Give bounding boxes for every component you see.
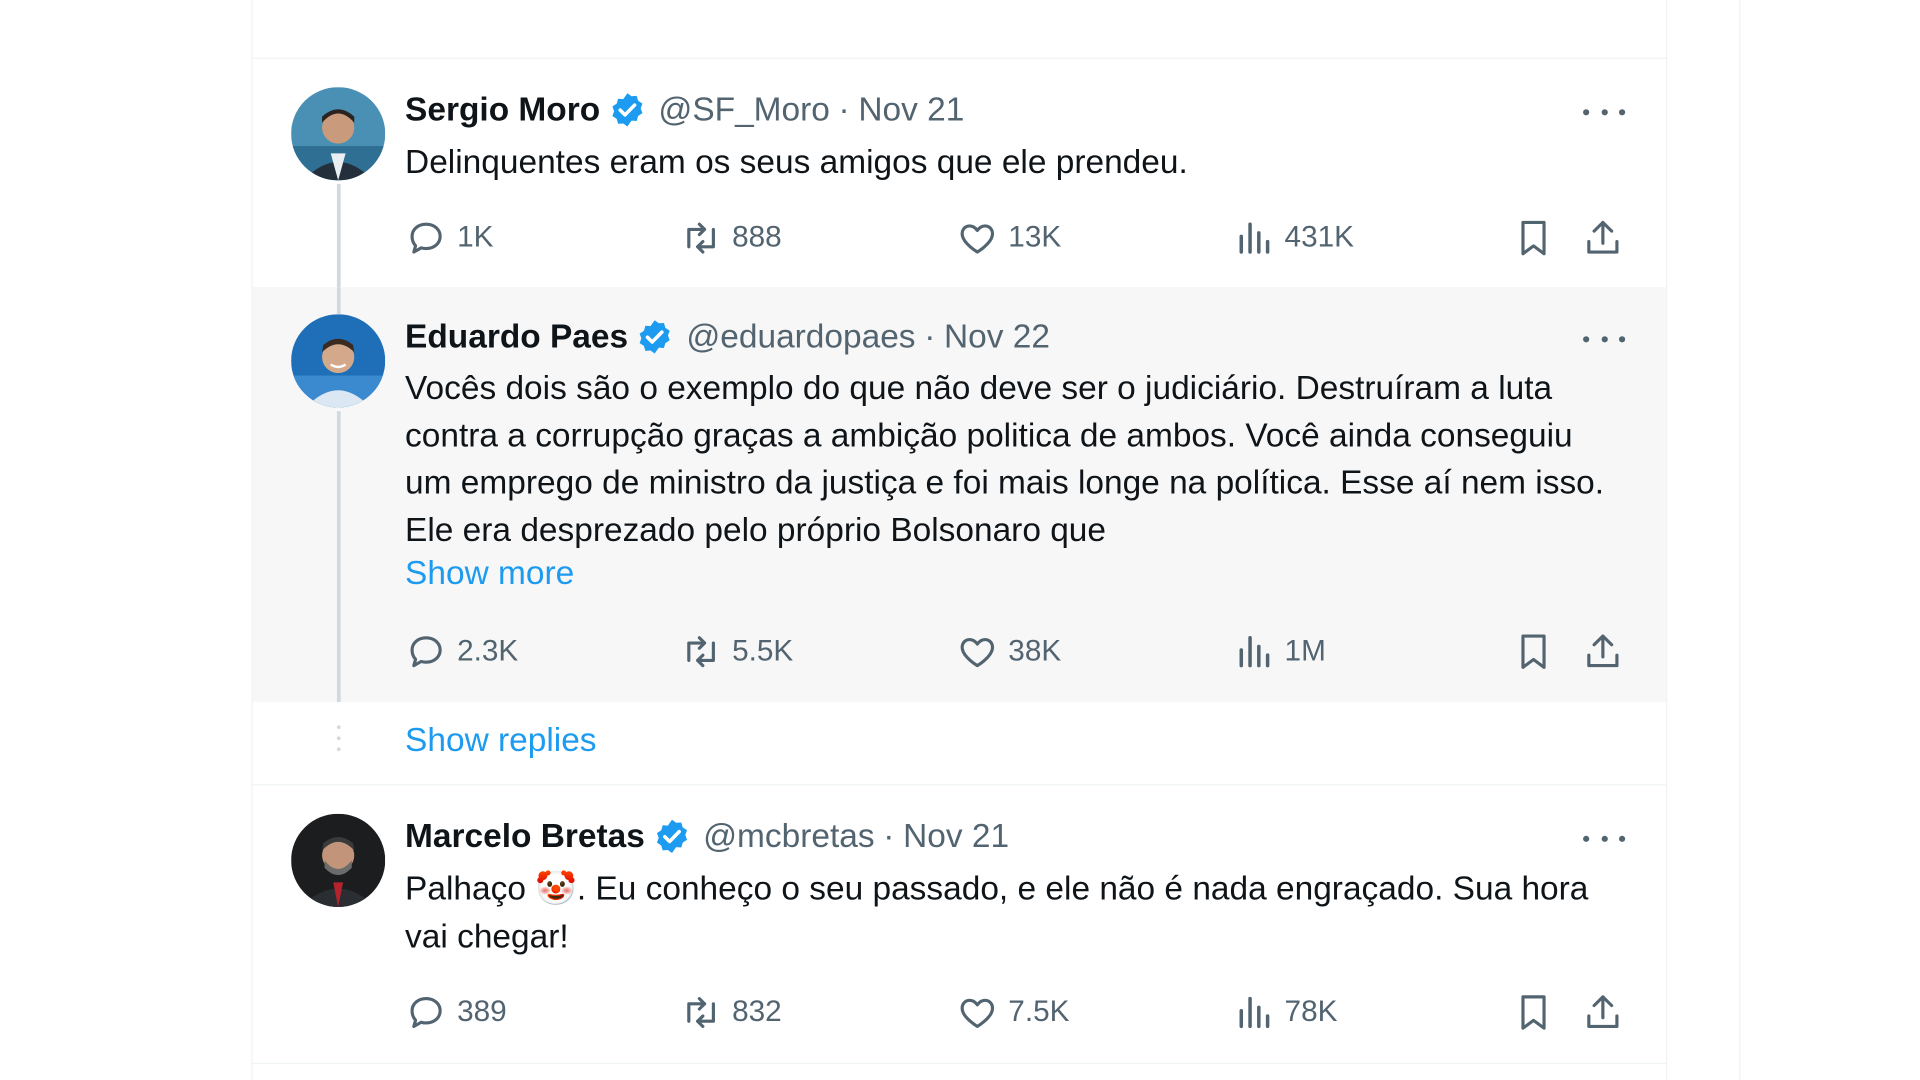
- views-icon: [1239, 996, 1270, 1029]
- reply-button[interactable]: 2.3K: [405, 627, 518, 676]
- reply-count: 1K: [457, 220, 494, 255]
- reply-count: 2.3K: [457, 634, 519, 668]
- tweet-header: Marcelo Bretas @mcbretas · Nov 21: [405, 814, 1009, 858]
- tweet-text: Vocês dois são o exemplo do que não deve…: [405, 369, 1605, 548]
- bookmark-button[interactable]: [1512, 214, 1554, 263]
- like-button[interactable]: 38K: [956, 627, 1061, 676]
- verified-badge-icon: [608, 90, 646, 128]
- like-button[interactable]: 13K: [956, 214, 1061, 263]
- tweet-actions: 1K 888 13K 431K: [405, 214, 1631, 263]
- more-icon[interactable]: [1583, 326, 1626, 351]
- retweet-count: 832: [732, 995, 782, 1029]
- conversation-timeline: Sergio Moro @SF_Moro · Nov 21 Delinquent…: [251, 0, 1668, 1080]
- sidebar-divider: [1739, 0, 1741, 1080]
- reply-icon: [410, 636, 442, 668]
- bookmark-icon: [1521, 634, 1546, 669]
- tweet-header: Eduardo Paes @eduardopaes · Nov 22: [405, 314, 1050, 358]
- author-handle[interactable]: @mcbretas: [703, 817, 875, 855]
- share-icon: [1587, 220, 1619, 254]
- retweet-icon: [687, 222, 715, 254]
- views-icon: [1239, 222, 1270, 254]
- thread-line: [336, 411, 341, 703]
- tweet-marcelo-bretas[interactable]: Marcelo Bretas @mcbretas · Nov 21 Palhaç…: [253, 785, 1666, 1062]
- share-button[interactable]: [1582, 627, 1624, 676]
- bookmark-icon: [1521, 220, 1546, 256]
- like-count: 13K: [1008, 220, 1062, 255]
- like-count: 7.5K: [1008, 995, 1070, 1029]
- share-icon: [1587, 995, 1619, 1028]
- like-icon: [960, 224, 995, 254]
- views-button[interactable]: 1M: [1233, 627, 1326, 676]
- reply-button[interactable]: 389: [405, 988, 507, 1037]
- retweet-button[interactable]: 888: [680, 214, 782, 263]
- bookmark-icon: [1521, 995, 1546, 1030]
- retweet-count: 5.5K: [732, 634, 794, 668]
- bookmark-button[interactable]: [1512, 627, 1554, 676]
- tweet-text: Delinquentes eram os seus amigos que ele…: [405, 143, 1188, 181]
- author-name[interactable]: Sergio Moro: [405, 90, 600, 128]
- author-handle[interactable]: @eduardopaes: [686, 317, 915, 355]
- separator-dot: ·: [924, 317, 936, 355]
- thread-line: [336, 184, 341, 288]
- more-icon[interactable]: [1583, 99, 1626, 124]
- like-icon: [960, 998, 995, 1028]
- tweet-eduardo-paes[interactable]: Eduardo Paes @eduardopaes · Nov 22 Vocês…: [252, 287, 1667, 703]
- verified-badge-icon: [636, 317, 674, 355]
- view-count: 78K: [1284, 995, 1338, 1029]
- more-icon[interactable]: [1583, 826, 1626, 851]
- views-button[interactable]: 78K: [1233, 988, 1338, 1037]
- like-button[interactable]: 7.5K: [956, 988, 1069, 1037]
- separator-dot: ·: [838, 90, 850, 128]
- views-icon: [1239, 636, 1270, 668]
- tweet-text: Palhaço 🤡. Eu conheço o seu passado, e e…: [405, 870, 1589, 955]
- views-button[interactable]: 431K: [1233, 214, 1354, 263]
- avatar[interactable]: [291, 813, 386, 907]
- tweet-actions: 389 832 7.5K 78K: [405, 988, 1631, 1037]
- verified-badge-icon: [652, 817, 690, 855]
- tweet-header: Sergio Moro @SF_Moro · Nov 21: [405, 87, 964, 131]
- thread-line: [336, 287, 341, 315]
- tweet-sergio-moro[interactable]: Sergio Moro @SF_Moro · Nov 21 Delinquent…: [253, 59, 1666, 288]
- avatar[interactable]: [291, 314, 386, 408]
- reply-icon: [410, 222, 442, 254]
- reply-button[interactable]: 1K: [405, 214, 493, 263]
- retweet-icon: [687, 997, 715, 1028]
- author-name[interactable]: Marcelo Bretas: [405, 817, 645, 855]
- view-count: 431K: [1284, 220, 1354, 255]
- retweet-icon: [687, 636, 715, 668]
- author-handle[interactable]: @SF_Moro: [658, 90, 830, 128]
- divider: [252, 1062, 1667, 1065]
- tweet-date[interactable]: Nov 22: [944, 317, 1050, 355]
- reply-icon: [410, 997, 442, 1028]
- page: Sergio Moro @SF_Moro · Nov 21 Delinquent…: [0, 0, 1920, 1080]
- author-name[interactable]: Eduardo Paes: [405, 317, 628, 355]
- share-button[interactable]: [1582, 214, 1624, 263]
- like-icon: [960, 637, 995, 668]
- reply-count: 389: [457, 995, 507, 1029]
- show-more-link[interactable]: Show more: [405, 555, 574, 593]
- tweet-date[interactable]: Nov 21: [903, 817, 1009, 855]
- view-count: 1M: [1284, 634, 1326, 668]
- retweet-button[interactable]: 832: [680, 988, 782, 1037]
- separator-dot: ·: [883, 816, 895, 854]
- share-icon: [1587, 634, 1619, 668]
- avatar[interactable]: [291, 87, 386, 181]
- share-button[interactable]: [1582, 988, 1624, 1037]
- thread-dots: [336, 725, 341, 758]
- like-count: 38K: [1008, 634, 1062, 668]
- tweet-actions: 2.3K 5.5K 38K 1M: [405, 627, 1631, 676]
- retweet-button[interactable]: 5.5K: [680, 627, 793, 676]
- bookmark-button[interactable]: [1512, 988, 1554, 1037]
- tweet-date[interactable]: Nov 21: [858, 90, 964, 128]
- retweet-count: 888: [732, 220, 782, 255]
- show-replies-link[interactable]: Show replies: [405, 722, 596, 760]
